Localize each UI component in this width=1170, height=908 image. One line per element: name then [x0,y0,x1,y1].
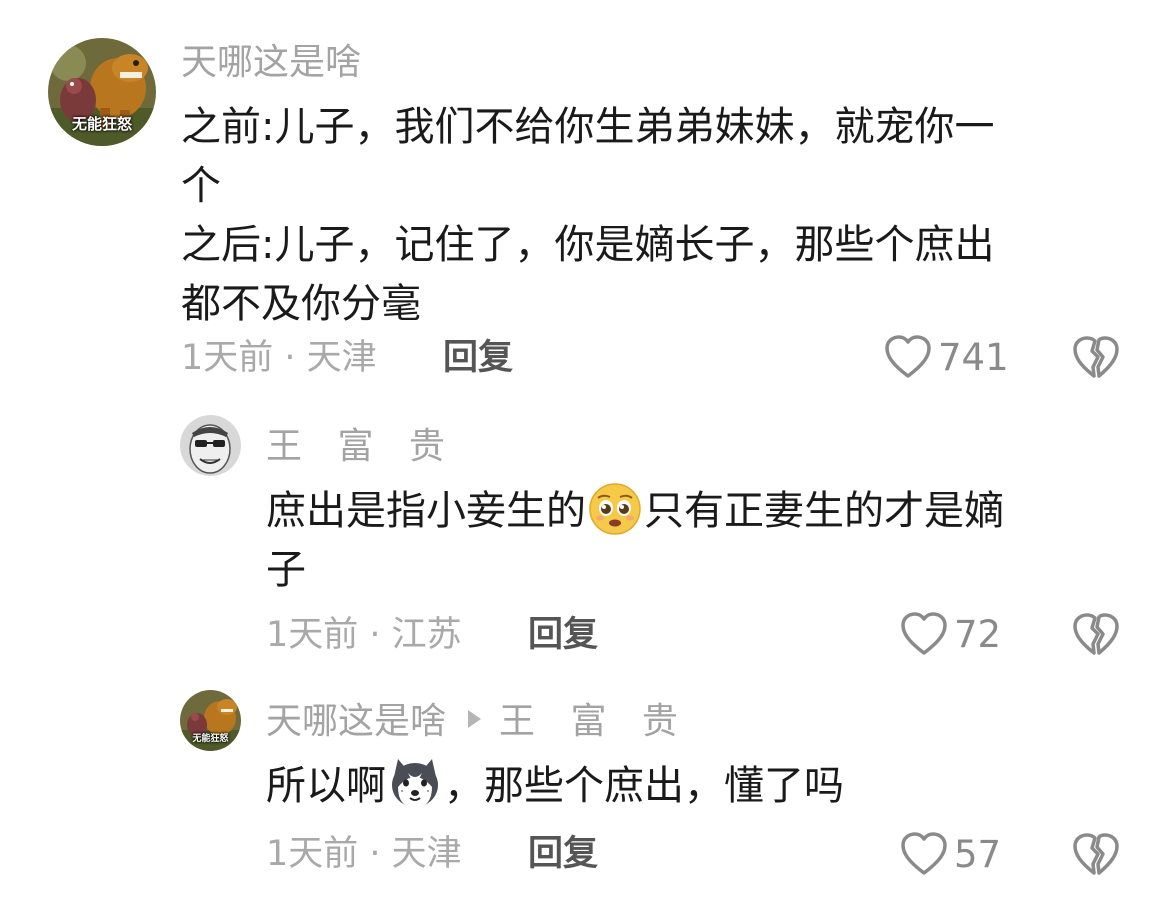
comment-username[interactable]: 王 富 贵 [266,429,457,465]
comment-text-part: ，那些个庶出，懂了吗 [444,763,844,809]
comment-text-part: 庶出是指小妾生的 [266,488,586,534]
comment-meta: 1天前 · 江苏 [266,615,462,655]
comment-text: 之前:儿子，我们不给你生弟弟妹妹，就宠你一 个 之后:儿子，记住了，你是嫡长子，… [181,98,994,334]
right-triangle-icon [468,710,482,728]
comment-line: 个 [181,163,221,209]
comment-line: 子 [266,547,306,593]
heart-outline-icon [885,335,931,378]
broken-heart-icon [1073,613,1119,655]
like-count: 57 [954,832,1002,876]
comment-line: 之后:儿子，记住了，你是嫡长子，那些个庶出 [181,222,995,268]
dislike-button[interactable] [1072,612,1120,662]
avatar-caption: 无能狂怒 [71,115,132,133]
comment-meta: 1天前 · 天津 [181,338,377,378]
heart-outline-icon [901,832,947,875]
avatar[interactable]: 无能狂怒 [180,690,241,751]
reply-button[interactable]: 回复 [528,837,598,872]
comment-line: 都不及你分毫 [181,281,421,327]
dislike-button[interactable] [1072,335,1120,385]
comment-text-part: 只有正妻生的才是嫡 [644,488,1004,534]
like-count: 72 [954,612,1002,656]
dislike-button[interactable] [1072,832,1120,882]
reply-author[interactable]: 天哪这是啥 [266,701,446,742]
husky-dog-emoji [392,759,438,808]
comment-line: 所以啊 ，那些个庶出，懂了吗 [266,757,844,816]
like-button[interactable]: 72 [900,611,1001,657]
comment-line: 庶出是指小妾生的 只有正妻生的才是嫡 [266,482,1004,541]
broken-heart-icon [1073,336,1119,378]
avatar[interactable] [180,415,241,476]
heart-outline-icon [901,612,947,655]
comment-username[interactable]: 天哪这是啥 [181,45,361,81]
avatar[interactable]: 无能狂怒 [48,38,156,146]
like-button[interactable]: 741 [884,334,1009,380]
comment-text: 所以啊 ，那些个庶出，懂了吗 [266,757,844,816]
reply-target[interactable]: 王 富 贵 [499,701,690,742]
comment-line: 之前:儿子，我们不给你生弟弟妹妹，就宠你一 [181,104,995,150]
like-button[interactable]: 57 [900,831,1001,877]
reply-button[interactable]: 回复 [528,618,598,653]
comment-username: 天哪这是啥 王 富 贵 [266,704,690,740]
like-count: 741 [938,335,1009,379]
comment-meta: 1天前 · 天津 [266,834,462,874]
meme-face-avatar-image [180,415,241,476]
avatar-caption: 无能狂怒 [192,734,229,744]
pleading-face-emoji [589,483,641,535]
comment-text-part: 所以啊 [266,763,386,809]
comment-text: 庶出是指小妾生的 只有正妻生的才是嫡 子 [266,482,1004,600]
broken-heart-icon [1073,833,1119,875]
reply-button[interactable]: 回复 [443,341,513,376]
